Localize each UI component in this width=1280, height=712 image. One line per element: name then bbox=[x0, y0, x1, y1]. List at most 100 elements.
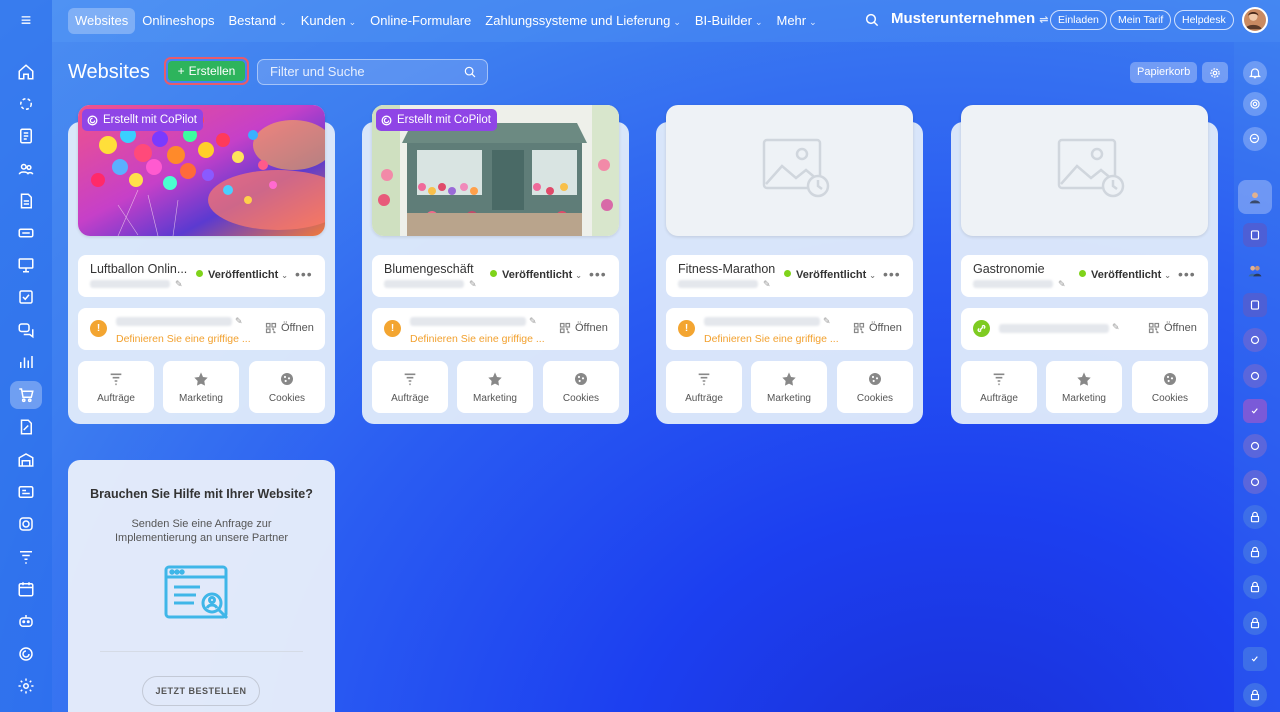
orders-tile[interactable]: Aufträge bbox=[78, 361, 154, 413]
helpdesk-button[interactable]: Helpdesk bbox=[1174, 10, 1234, 30]
tab-online-formulare[interactable]: Online-Formulare bbox=[363, 8, 478, 34]
site-preview[interactable] bbox=[666, 105, 913, 236]
card-icon[interactable] bbox=[10, 478, 42, 506]
settings-icon[interactable] bbox=[10, 672, 42, 700]
status-dropdown[interactable]: Veröffentlicht ⌄ bbox=[784, 269, 876, 281]
domain-hint[interactable]: Definieren Sie eine griffige ... bbox=[410, 333, 545, 345]
invite-button[interactable]: Einladen bbox=[1050, 10, 1107, 30]
site-name[interactable]: Gastronomie bbox=[973, 262, 1045, 276]
open-button[interactable]: Öffnen bbox=[853, 322, 902, 334]
contacts-icon[interactable] bbox=[10, 155, 42, 183]
more-icon[interactable]: ••• bbox=[589, 266, 607, 282]
site-name[interactable]: Luftballon Onlin... bbox=[90, 262, 187, 276]
orders-tile[interactable]: Aufträge bbox=[372, 361, 448, 413]
copilot-icon[interactable] bbox=[1243, 92, 1267, 116]
site-preview[interactable] bbox=[961, 105, 1208, 236]
pencil-icon[interactable]: ✎ bbox=[469, 279, 477, 290]
open-button[interactable]: Öffnen bbox=[559, 322, 608, 334]
user-avatar-2[interactable] bbox=[1243, 258, 1267, 282]
pencil-icon[interactable]: ✎ bbox=[763, 279, 771, 290]
tab-bestand[interactable]: Bestand ⌄ bbox=[222, 8, 294, 34]
lock-icon[interactable] bbox=[1243, 505, 1267, 529]
bot-icon[interactable] bbox=[10, 607, 42, 635]
support-icon[interactable] bbox=[10, 510, 42, 538]
plan-button[interactable]: Mein Tarif bbox=[1110, 10, 1172, 30]
cookies-tile[interactable]: Cookies bbox=[543, 361, 619, 413]
tab-onlineshops[interactable]: Onlineshops bbox=[135, 8, 221, 34]
cookies-tile[interactable]: Cookies bbox=[837, 361, 913, 413]
more-icon[interactable]: ••• bbox=[1178, 266, 1196, 282]
copilot-chat-icon[interactable] bbox=[1243, 364, 1267, 388]
more-icon[interactable]: ••• bbox=[295, 266, 313, 282]
domain-hint[interactable]: Definieren Sie eine griffige ... bbox=[704, 333, 839, 345]
pencil-icon[interactable]: ✎ bbox=[235, 316, 243, 327]
lock-icon[interactable] bbox=[1243, 540, 1267, 564]
pencil-icon[interactable]: ✎ bbox=[529, 316, 537, 327]
order-now-button[interactable]: JETZT BESTELLEN bbox=[142, 676, 260, 706]
checklist-icon[interactable] bbox=[10, 283, 42, 311]
gear-icon[interactable] bbox=[1202, 62, 1228, 83]
chat-group-icon[interactable] bbox=[1243, 293, 1267, 317]
tab-kunden[interactable]: Kunden ⌄ bbox=[294, 8, 363, 34]
marketing-tile[interactable]: Marketing bbox=[751, 361, 827, 413]
task-chat-icon[interactable] bbox=[1243, 647, 1267, 671]
menu-icon[interactable]: ≡ bbox=[16, 11, 36, 29]
pencil-icon[interactable]: ✎ bbox=[823, 316, 831, 327]
open-button[interactable]: Öffnen bbox=[265, 322, 314, 334]
marketing-tile[interactable]: Marketing bbox=[163, 361, 239, 413]
calendar-icon[interactable] bbox=[10, 575, 42, 603]
tab-zahlungssysteme[interactable]: Zahlungssysteme und Lieferung ⌄ bbox=[478, 8, 688, 34]
presentation-icon[interactable] bbox=[10, 251, 42, 279]
tasks-icon[interactable] bbox=[10, 122, 42, 150]
user-avatar-1[interactable] bbox=[1238, 180, 1272, 214]
site-preview[interactable]: Erstellt mit CoPilot bbox=[372, 105, 619, 236]
bell-icon[interactable] bbox=[1243, 61, 1267, 85]
filter-search-input[interactable]: Filter und Suche bbox=[257, 59, 488, 85]
domain-hint[interactable]: Definieren Sie eine griffige ... bbox=[116, 333, 251, 345]
site-name[interactable]: Fitness-Marathon bbox=[678, 262, 775, 276]
warehouse-icon[interactable] bbox=[10, 446, 42, 474]
status-dropdown[interactable]: Veröffentlicht ⌄ bbox=[1079, 269, 1171, 281]
more-icon[interactable]: ••• bbox=[883, 266, 901, 282]
cookies-tile[interactable]: Cookies bbox=[249, 361, 325, 413]
search-icon[interactable] bbox=[864, 12, 880, 28]
chat-icon[interactable] bbox=[10, 316, 42, 344]
sign-icon[interactable] bbox=[10, 413, 42, 441]
copilot-chat-icon[interactable] bbox=[1243, 434, 1267, 458]
automation-icon[interactable] bbox=[10, 90, 42, 118]
tab-mehr[interactable]: Mehr ⌄ bbox=[769, 8, 823, 34]
orders-tile[interactable]: Aufträge bbox=[666, 361, 742, 413]
lock-icon[interactable] bbox=[1243, 683, 1267, 707]
marketing-tile[interactable]: Marketing bbox=[1046, 361, 1122, 413]
document-icon[interactable] bbox=[10, 187, 42, 215]
open-button[interactable]: Öffnen bbox=[1148, 322, 1197, 334]
copilot-chat-icon[interactable] bbox=[1243, 328, 1267, 352]
orders-tile[interactable]: Aufträge bbox=[961, 361, 1037, 413]
tab-websites[interactable]: Websites bbox=[68, 8, 136, 34]
site-preview[interactable]: Erstellt mit CoPilot bbox=[78, 105, 325, 236]
trash-button[interactable]: Papierkorb bbox=[1130, 62, 1198, 83]
lock-icon[interactable] bbox=[1243, 611, 1267, 635]
shop-icon[interactable] bbox=[10, 381, 42, 409]
cookies-tile[interactable]: Cookies bbox=[1132, 361, 1208, 413]
status-dropdown[interactable]: Veröffentlicht ⌄ bbox=[196, 269, 288, 281]
copilot-nav-icon[interactable] bbox=[10, 640, 42, 668]
pencil-icon[interactable]: ✎ bbox=[1058, 279, 1066, 290]
chat-group-icon[interactable] bbox=[1243, 223, 1267, 247]
lock-icon[interactable] bbox=[1243, 575, 1267, 599]
tab-bi-builder[interactable]: BI-Builder ⌄ bbox=[688, 8, 770, 34]
copilot-chat-icon[interactable] bbox=[1243, 470, 1267, 494]
pencil-icon[interactable]: ✎ bbox=[175, 279, 183, 290]
create-button[interactable]: + Erstellen bbox=[168, 61, 245, 81]
company-name[interactable]: Musterunternehmen ⇌ bbox=[891, 10, 1048, 27]
status-dropdown[interactable]: Veröffentlicht ⌄ bbox=[490, 269, 582, 281]
drive-icon[interactable] bbox=[10, 219, 42, 247]
pencil-icon[interactable]: ✎ bbox=[1112, 322, 1120, 333]
home-icon[interactable] bbox=[10, 58, 42, 86]
site-name[interactable]: Blumengeschäft bbox=[384, 262, 474, 276]
funnel-icon[interactable] bbox=[10, 543, 42, 571]
analytics-icon[interactable] bbox=[10, 348, 42, 376]
marketing-tile[interactable]: Marketing bbox=[457, 361, 533, 413]
task-chat-icon[interactable] bbox=[1243, 399, 1267, 423]
chat-search-icon[interactable] bbox=[1243, 127, 1267, 151]
